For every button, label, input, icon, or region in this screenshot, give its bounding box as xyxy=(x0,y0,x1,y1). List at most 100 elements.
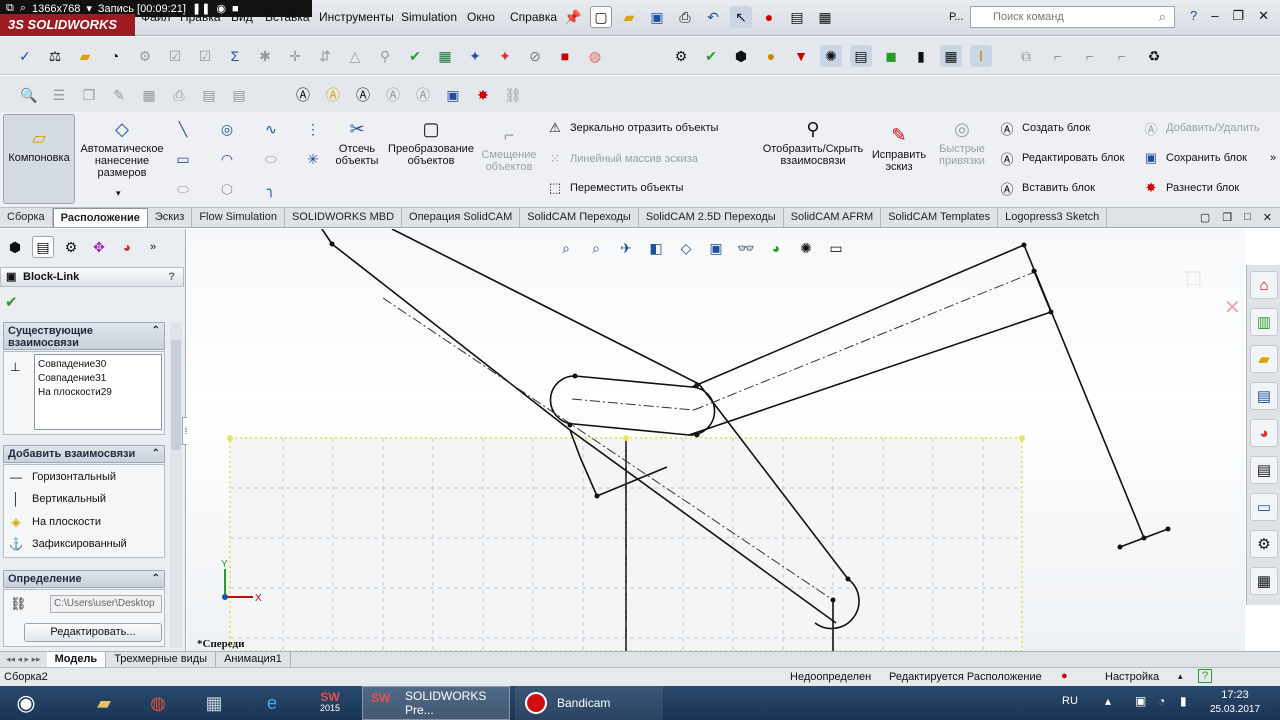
language-indicator[interactable]: RU xyxy=(1062,695,1078,707)
collapse-icon[interactable]: ⌃ xyxy=(152,573,160,584)
explorer-icon[interactable]: ▰ xyxy=(82,686,126,720)
restore-icon[interactable]: ❐ xyxy=(1232,8,1244,24)
flip-icon[interactable]: ⇵ xyxy=(314,45,336,67)
tab-solidcam-templates[interactable]: SolidCAM Templates xyxy=(881,208,999,227)
create-block-button[interactable]: Ⓐ Создать блок xyxy=(998,118,1090,138)
spellcheck-icon[interactable]: ✓ xyxy=(14,45,36,67)
tab-solidcam-operation[interactable]: Операция SolidCAM xyxy=(402,208,521,227)
panel-expand-icon[interactable]: » xyxy=(150,241,156,253)
convert-button[interactable]: ▢ Преобразование объектов xyxy=(385,118,477,167)
sheet2-icon[interactable]: ▤ xyxy=(228,84,250,106)
offset-button[interactable]: ⌐ Смещение объектов xyxy=(478,124,540,173)
showhide-relations-button[interactable]: ⚲ Отобразить/Скрыть взаимосвязи xyxy=(758,118,868,167)
mass-props-icon[interactable]: ⚙ xyxy=(134,45,156,67)
on-plane-relation[interactable]: ◈ На плоскости xyxy=(8,514,101,530)
save-icon[interactable]: ▣ xyxy=(646,6,668,28)
globe-icon[interactable]: ◍ xyxy=(584,45,606,67)
appearance-edit-icon[interactable]: ◕ xyxy=(765,237,787,259)
tool-icon[interactable]: ✱ xyxy=(254,45,276,67)
pin-icon[interactable]: 📌 xyxy=(562,6,584,28)
triangle-icon[interactable]: △ xyxy=(344,45,366,67)
tray-network-icon[interactable]: ▣ xyxy=(1135,694,1146,708)
menu-insert[interactable]: Вставка xyxy=(265,10,310,24)
units-dropdown-icon[interactable]: ▴ xyxy=(1178,671,1183,682)
config-manager-icon[interactable]: ⚙ xyxy=(60,236,82,258)
block-explode-icon[interactable]: ✸ xyxy=(472,84,494,106)
view-settings-icon[interactable]: ▭ xyxy=(825,237,847,259)
menu-simulation[interactable]: Simulation xyxy=(401,10,457,24)
point-grid-icon[interactable]: ⋮ xyxy=(302,118,324,140)
tray-arrow-icon[interactable]: ▴ xyxy=(1105,694,1111,708)
check-cross-icon[interactable]: ✔ xyxy=(700,45,722,67)
line-icon[interactable]: ╲ xyxy=(172,118,194,140)
tab-sketch[interactable]: Эскиз xyxy=(148,208,193,227)
tab-mbd[interactable]: SOLIDWORKS MBD xyxy=(285,208,403,227)
menu-view[interactable]: Вид xyxy=(231,10,253,24)
zoom-fit-icon[interactable]: ⌕ xyxy=(555,237,577,259)
ok-checkmark-icon[interactable]: ✔ xyxy=(5,293,18,311)
fillet-icon[interactable]: ╮ xyxy=(260,178,282,200)
cancel-corner-icon[interactable]: ✕ xyxy=(1224,295,1241,320)
measure-icon[interactable]: ◔ xyxy=(104,45,126,67)
open-icon[interactable]: ▰ xyxy=(618,6,640,28)
explode-block-button[interactable]: ✸ Разнести блок xyxy=(1142,178,1240,198)
rectangle-icon[interactable]: ▭ xyxy=(172,148,194,170)
settings-icon[interactable]: ✺ xyxy=(820,45,842,67)
note-e-icon[interactable]: Ⓐ xyxy=(412,84,434,106)
align-icon[interactable]: ✛ xyxy=(284,45,306,67)
save-block-button[interactable]: ▣ Сохранить блок xyxy=(1142,148,1247,168)
confirm-corner-icon[interactable]: ⬚ xyxy=(1185,267,1202,288)
status-help-icon[interactable]: ? xyxy=(1198,669,1212,683)
fixed-relation[interactable]: ⚓ Зафиксированный xyxy=(8,536,127,552)
sheet-icon[interactable]: ▤ xyxy=(198,84,220,106)
layout-button[interactable]: ▱ Компоновка xyxy=(3,114,75,204)
ruler-icon[interactable]: Ⅰ xyxy=(970,45,992,67)
previous-view-icon[interactable]: ✈ xyxy=(615,237,637,259)
panel-scrollbar[interactable] xyxy=(170,322,182,648)
sim-icon[interactable]: ✦ xyxy=(494,45,516,67)
collapse-icon[interactable]: ⌃ xyxy=(152,325,160,337)
check-green-icon[interactable]: ✔ xyxy=(404,45,426,67)
menu-edit[interactable]: Правка xyxy=(180,10,221,24)
overflow-icon[interactable]: » xyxy=(1270,152,1276,164)
magnifier-icon[interactable]: ⌕ xyxy=(1159,9,1166,25)
dimxpert-icon[interactable]: ✥ xyxy=(88,236,110,258)
balance-icon[interactable]: ⚖ xyxy=(44,45,66,67)
tab-animation[interactable]: Анимация1 xyxy=(216,652,291,667)
command-search[interactable]: Поиск команд ⌕ xyxy=(970,6,1175,28)
options-icon[interactable]: ▦ xyxy=(814,6,836,28)
menu-tools[interactable]: Инструменты xyxy=(319,10,394,24)
tab-solidcam-afrm[interactable]: SolidCAM AFRM xyxy=(784,208,882,227)
calculator-icon[interactable]: ▦ xyxy=(192,686,236,720)
ie-icon[interactable]: e xyxy=(250,686,294,720)
select-icon[interactable]: ↖ xyxy=(730,6,752,28)
feature-tree-icon[interactable]: ⬢ xyxy=(4,236,26,258)
solidcam-icon[interactable]: ▦ xyxy=(1250,567,1278,595)
definition-header[interactable]: Определение ⌃ xyxy=(3,570,165,588)
tab-solidcam-transitions[interactable]: SolidCAM Переходы xyxy=(520,208,639,227)
mirror-button[interactable]: ⚠ Зеркально отразить объекты xyxy=(546,118,718,138)
tab-assembly[interactable]: Сборка xyxy=(0,208,53,227)
start-button[interactable]: ◉ xyxy=(4,686,48,720)
recycle-icon[interactable]: ♻ xyxy=(1143,45,1165,67)
gear-icon[interactable]: ⚙ xyxy=(670,45,692,67)
bolt-icon[interactable]: ▮ xyxy=(910,45,932,67)
menu-window[interactable]: Окно xyxy=(467,10,495,24)
clock-time[interactable]: 17:23 xyxy=(1210,689,1260,701)
polygon-icon[interactable]: ⬡ xyxy=(216,178,238,200)
close-icon[interactable]: ✕ xyxy=(1258,8,1269,24)
zoom-search-icon[interactable]: 🔍 xyxy=(18,84,40,106)
print-doc-icon[interactable]: ⎙ xyxy=(168,84,190,106)
arc-icon[interactable]: ◠ xyxy=(216,148,238,170)
section-view-icon[interactable]: ◧ xyxy=(645,237,667,259)
pipe-icon[interactable]: ⌐ xyxy=(1047,45,1069,67)
tray-power-icon[interactable]: ▮ xyxy=(1180,694,1187,708)
existing-relations-list[interactable]: Совпадение30 Совпадение31 На плоскости29 xyxy=(34,354,162,430)
design-library-icon[interactable]: ▥ xyxy=(1250,308,1278,336)
tool2-icon[interactable]: ⚲ xyxy=(374,45,396,67)
property-manager-icon[interactable]: ▤ xyxy=(32,236,54,258)
tab-solidcam-25d[interactable]: SolidCAM 2.5D Переходы xyxy=(639,208,784,227)
magnet-icon[interactable]: ▼ xyxy=(790,45,812,67)
undo-icon[interactable]: ↶ xyxy=(702,6,724,28)
camera-tool-icon[interactable]: ⧉ xyxy=(1015,45,1037,67)
